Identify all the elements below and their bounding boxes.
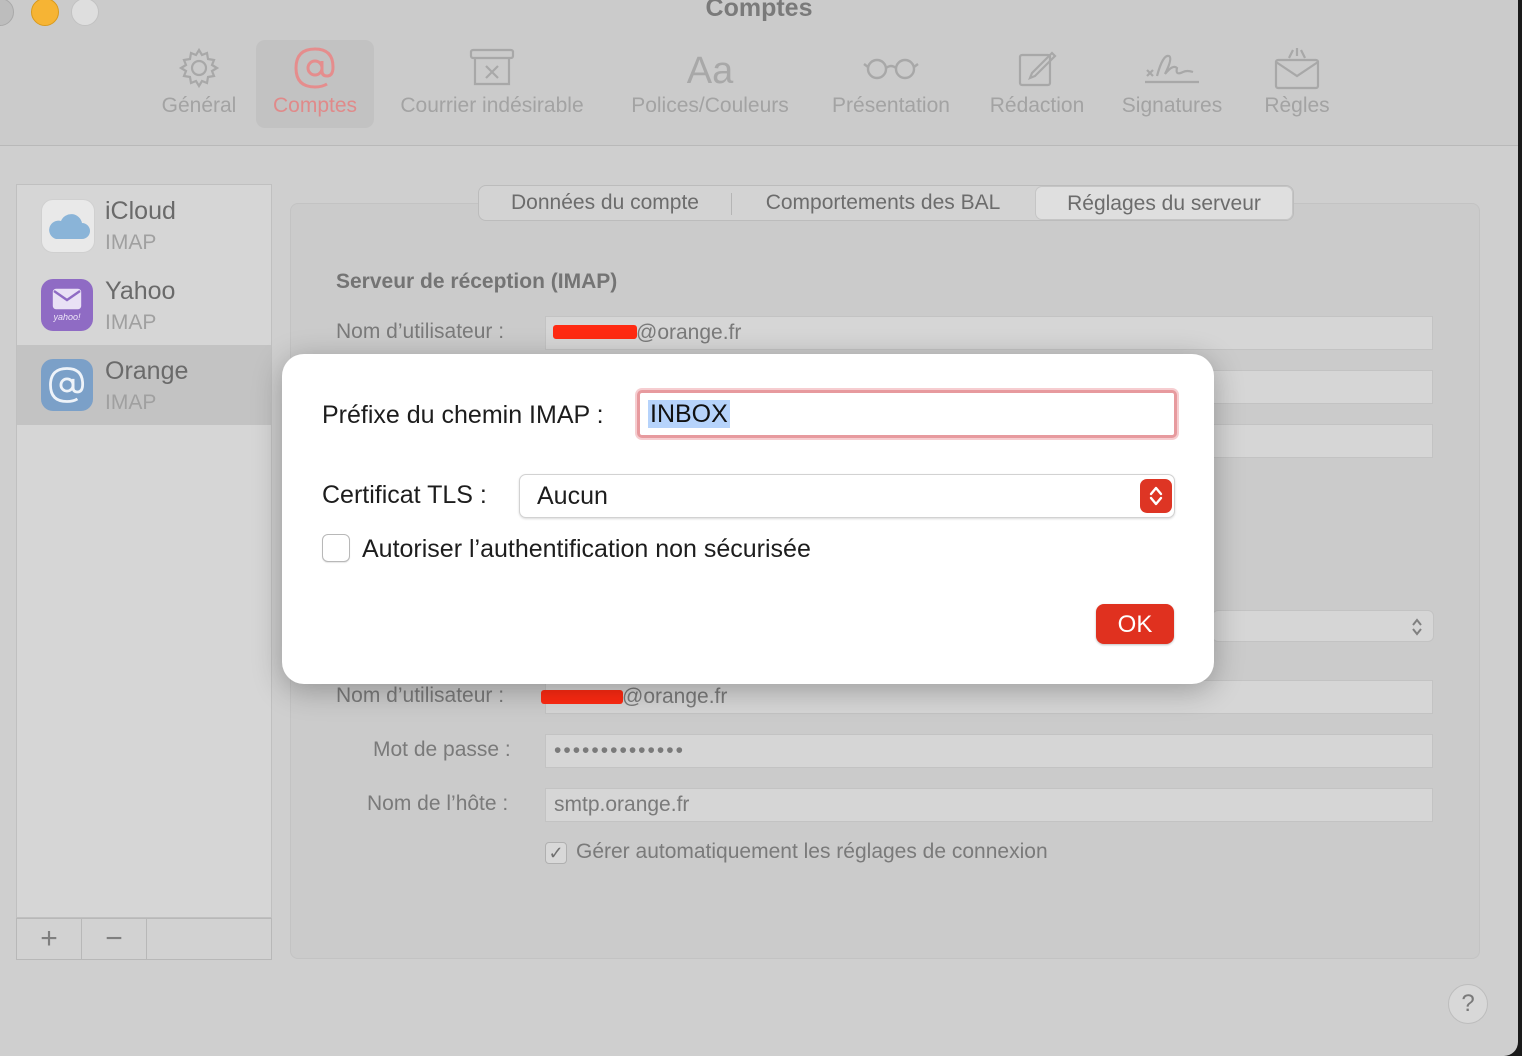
- toolbar-general[interactable]: Général: [152, 40, 246, 128]
- accounts-list-footer: + −: [16, 918, 272, 960]
- window-title: Comptes: [705, 0, 813, 22]
- add-account-button[interactable]: +: [17, 919, 82, 959]
- chevron-updown-icon: [1412, 618, 1422, 636]
- ok-button[interactable]: OK: [1096, 604, 1174, 644]
- help-button[interactable]: ?: [1448, 984, 1488, 1024]
- tls-certificate-label: Certificat TLS :: [322, 481, 487, 509]
- tls-certificate-value: Aucun: [537, 482, 608, 510]
- icloud-icon: [41, 199, 95, 253]
- incoming-server-heading: Serveur de réception (IMAP): [336, 270, 618, 293]
- chevron-updown-icon: [1140, 479, 1172, 513]
- toolbar-accounts[interactable]: Comptes: [256, 40, 374, 128]
- tab-server-settings[interactable]: Réglages du serveur: [1035, 186, 1293, 220]
- imap-prefix-label: Préfixe du chemin IMAP :: [322, 401, 604, 429]
- remove-account-button[interactable]: −: [82, 919, 147, 959]
- tab-account-info[interactable]: Données du compte: [479, 186, 731, 220]
- imap-advanced-sheet: Préfixe du chemin IMAP : INBOX Certifica…: [282, 354, 1214, 684]
- redaction-mark: [541, 690, 623, 704]
- outgoing-host-label: Nom de l’hôte :: [367, 792, 509, 815]
- toolbar-fonts-colors[interactable]: Aa Polices/Couleurs: [616, 40, 804, 128]
- junk-tray-icon: [468, 47, 516, 95]
- signature-icon: [1141, 48, 1203, 94]
- auto-manage-label: Gérer automatiquement les réglages de co…: [576, 840, 1048, 863]
- outgoing-host-field[interactable]: smtp.orange.fr: [545, 788, 1433, 822]
- outgoing-password-label: Mot de passe :: [373, 738, 511, 761]
- accounts-list: iCloud IMAP yahoo! Yahoo IMAP Orange IMA…: [16, 184, 272, 918]
- auto-manage-checkbox[interactable]: ✓: [545, 842, 567, 864]
- toolbar-signatures[interactable]: Signatures: [1110, 40, 1234, 128]
- toolbar-rules[interactable]: Règles: [1252, 40, 1342, 128]
- incoming-username-label: Nom d’utilisateur :: [336, 320, 505, 343]
- yahoo-icon: yahoo!: [41, 279, 93, 331]
- redaction-mark: [553, 325, 637, 339]
- font-aa-icon: Aa: [686, 49, 734, 92]
- toolbar-compose[interactable]: Rédaction: [978, 40, 1096, 128]
- toolbar-junk-mail[interactable]: Courrier indésirable: [384, 40, 600, 128]
- outgoing-username-label: Nom d’utilisateur :: [336, 684, 505, 707]
- toolbar-presentation[interactable]: Présentation: [818, 40, 964, 128]
- outgoing-server-select[interactable]: [1212, 610, 1434, 642]
- checkmark-icon: ✓: [548, 843, 564, 863]
- at-icon: [292, 45, 338, 97]
- compose-icon: [1016, 47, 1058, 95]
- rules-envelope-icon: [1273, 46, 1321, 96]
- outgoing-username-field[interactable]: @orange.fr: [545, 680, 1433, 714]
- at-icon: [41, 359, 93, 411]
- gear-icon: [177, 46, 221, 96]
- insecure-auth-checkbox[interactable]: [322, 534, 350, 562]
- settings-tabs: Données du compte Comportements des BAL …: [478, 185, 1294, 221]
- account-item-yahoo[interactable]: yahoo! Yahoo IMAP: [17, 265, 271, 345]
- titlebar: Comptes Général Comptes Courrier indésir…: [0, 0, 1518, 146]
- account-item-icloud[interactable]: iCloud IMAP: [17, 185, 271, 265]
- incoming-username-field[interactable]: @orange.fr: [545, 316, 1433, 350]
- insecure-auth-label: Autoriser l’authentification non sécuris…: [362, 535, 811, 563]
- imap-prefix-input[interactable]: INBOX: [637, 390, 1177, 438]
- outgoing-password-field[interactable]: ••••••••••••••: [545, 734, 1433, 768]
- imap-prefix-value: INBOX: [648, 400, 730, 428]
- tls-certificate-select[interactable]: Aucun: [519, 474, 1175, 518]
- account-item-orange[interactable]: Orange IMAP: [17, 345, 271, 425]
- tab-mailbox-behaviors[interactable]: Comportements des BAL: [732, 186, 1034, 220]
- glasses-icon: [863, 53, 919, 89]
